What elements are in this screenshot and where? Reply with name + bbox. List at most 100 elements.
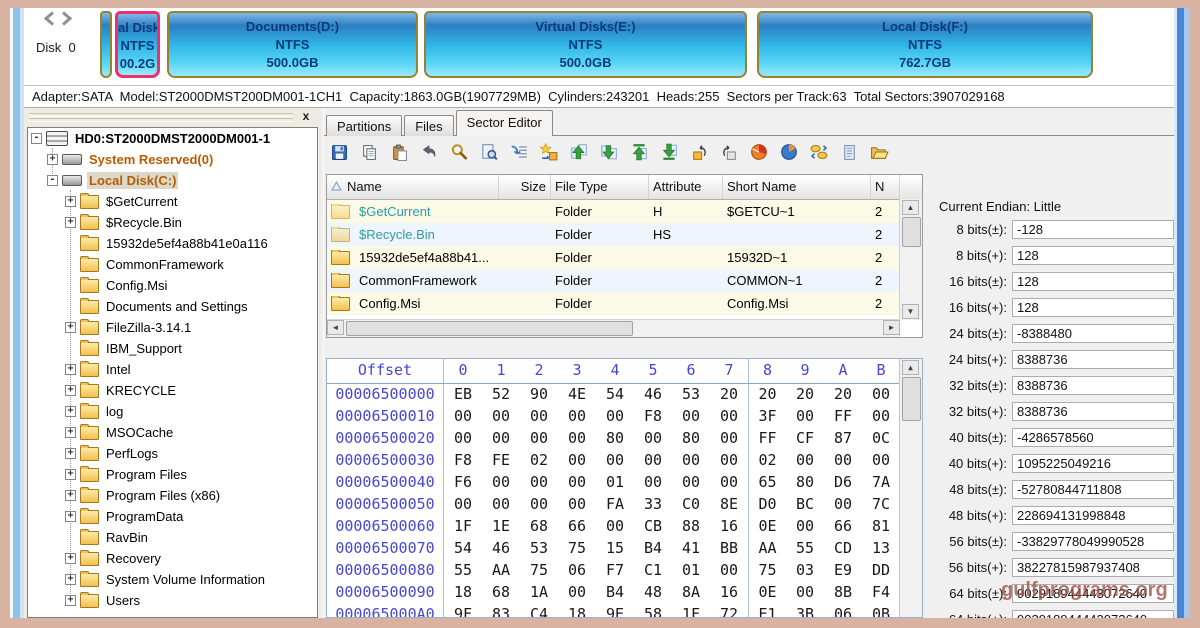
- hex-byte[interactable]: 46: [482, 538, 520, 560]
- hex-byte[interactable]: 88: [672, 516, 710, 538]
- endian-value-input[interactable]: [1012, 376, 1174, 395]
- tree-item[interactable]: +PerfLogs: [28, 443, 317, 464]
- hex-byte[interactable]: D6: [824, 472, 862, 494]
- hex-byte[interactable]: 00: [558, 428, 596, 450]
- first-sector-icon[interactable]: [629, 142, 649, 162]
- hex-byte[interactable]: 02: [748, 450, 786, 472]
- column-header-size[interactable]: Size: [499, 175, 551, 199]
- tree-item[interactable]: RavBin: [28, 527, 317, 548]
- hex-byte[interactable]: 8A: [672, 582, 710, 604]
- tree-expander-icon[interactable]: +: [65, 364, 76, 375]
- hex-byte[interactable]: 9E: [596, 604, 634, 618]
- hex-byte[interactable]: 81: [862, 516, 900, 538]
- hex-byte[interactable]: 00: [596, 450, 634, 472]
- hex-byte[interactable]: 1E: [482, 516, 520, 538]
- hex-byte[interactable]: 1A: [520, 582, 558, 604]
- scroll-down-icon[interactable]: ▼: [902, 304, 919, 319]
- hex-byte[interactable]: 00: [672, 450, 710, 472]
- hex-byte[interactable]: 9F: [444, 604, 482, 618]
- tree-item[interactable]: +System Reserved(0): [28, 149, 317, 170]
- hex-byte[interactable]: F4: [862, 582, 900, 604]
- copy-icon[interactable]: [359, 142, 379, 162]
- hex-byte[interactable]: 72: [710, 604, 748, 618]
- partition-block[interactable]: [100, 11, 112, 78]
- tree-expander-icon[interactable]: +: [65, 322, 76, 333]
- save-icon[interactable]: [329, 142, 349, 162]
- scrollbar-thumb[interactable]: [902, 377, 921, 421]
- tree-item[interactable]: +$GetCurrent: [28, 191, 317, 212]
- endian-value-input[interactable]: [1012, 272, 1174, 291]
- hex-byte[interactable]: 68: [520, 516, 558, 538]
- column-header-attribute[interactable]: Attribute: [649, 175, 723, 199]
- hex-byte[interactable]: 00: [558, 472, 596, 494]
- hex-byte[interactable]: B4: [634, 538, 672, 560]
- tree-expander-icon[interactable]: +: [65, 553, 76, 564]
- tree-item[interactable]: CommonFramework: [28, 254, 317, 275]
- swap-bytes-icon[interactable]: [809, 142, 829, 162]
- hex-byte[interactable]: CB: [634, 516, 672, 538]
- partition-block[interactable]: al DiskNTFS00.2G: [115, 11, 160, 78]
- search-icon[interactable]: [449, 142, 469, 162]
- tab-partitions[interactable]: Partitions: [326, 115, 402, 136]
- endian-value-input[interactable]: [1012, 610, 1174, 618]
- file-list-horizontal-scrollbar[interactable]: ◄ ►: [327, 319, 900, 337]
- hex-byte[interactable]: 00: [520, 406, 558, 428]
- partition-block[interactable]: Virtual Disks(E:)NTFS500.0GB: [424, 11, 747, 78]
- hex-byte[interactable]: E9: [824, 560, 862, 582]
- hex-byte[interactable]: 80: [786, 472, 824, 494]
- hex-byte[interactable]: D0: [748, 494, 786, 516]
- search-sector-icon[interactable]: [479, 142, 499, 162]
- hex-vertical-scrollbar[interactable]: ▲: [899, 359, 922, 617]
- tab-sector-editor[interactable]: Sector Editor: [456, 110, 553, 136]
- hex-byte[interactable]: 33: [634, 494, 672, 516]
- hex-byte[interactable]: 90: [520, 384, 558, 406]
- hex-byte[interactable]: BB: [710, 538, 748, 560]
- hex-byte[interactable]: 75: [520, 560, 558, 582]
- table-row[interactable]: Config.MsiFolderConfig.Msi2: [327, 292, 922, 315]
- paste-icon[interactable]: [389, 142, 409, 162]
- hex-byte[interactable]: 00: [482, 428, 520, 450]
- hex-byte[interactable]: F8: [444, 450, 482, 472]
- hex-byte[interactable]: F8: [634, 406, 672, 428]
- hex-byte[interactable]: 3F: [748, 406, 786, 428]
- hex-byte[interactable]: 00: [558, 582, 596, 604]
- tree-expander-icon[interactable]: +: [65, 427, 76, 438]
- usage-pie-blue-icon[interactable]: [779, 142, 799, 162]
- tree-expander-icon[interactable]: +: [47, 154, 58, 165]
- hex-byte[interactable]: 03: [786, 560, 824, 582]
- column-header-short-name[interactable]: Short Name: [723, 175, 871, 199]
- tree-item[interactable]: 15932de5ef4a88b41e0a116: [28, 233, 317, 254]
- hex-byte[interactable]: 53: [672, 384, 710, 406]
- hex-byte[interactable]: 55: [786, 538, 824, 560]
- tree-item[interactable]: +KRECYCLE: [28, 380, 317, 401]
- tree-item[interactable]: +MSOCache: [28, 422, 317, 443]
- close-icon[interactable]: x: [298, 109, 314, 125]
- tree-item[interactable]: +Intel: [28, 359, 317, 380]
- hex-byte[interactable]: FF: [824, 406, 862, 428]
- disk-nav-arrows[interactable]: [40, 10, 76, 32]
- hex-byte[interactable]: 00: [862, 450, 900, 472]
- hex-byte[interactable]: 00: [444, 406, 482, 428]
- hex-byte[interactable]: 0B: [862, 604, 900, 618]
- hex-byte[interactable]: E1: [748, 604, 786, 618]
- tree-item[interactable]: Documents and Settings: [28, 296, 317, 317]
- hex-byte[interactable]: 66: [558, 516, 596, 538]
- hex-byte[interactable]: 8E: [710, 494, 748, 516]
- hex-byte[interactable]: 00: [634, 450, 672, 472]
- column-header-n[interactable]: N: [871, 175, 900, 199]
- hex-byte[interactable]: 54: [596, 384, 634, 406]
- endian-value-input[interactable]: [1012, 428, 1174, 447]
- tree-item[interactable]: +System Volume Information: [28, 569, 317, 590]
- table-row[interactable]: CommonFrameworkFolderCOMMON~12: [327, 269, 922, 292]
- endian-value-input[interactable]: [1012, 402, 1174, 421]
- hex-byte[interactable]: 20: [786, 384, 824, 406]
- hex-byte[interactable]: FE: [482, 450, 520, 472]
- hex-byte[interactable]: BC: [786, 494, 824, 516]
- endian-value-input[interactable]: [1012, 324, 1174, 343]
- hex-byte[interactable]: 02: [520, 450, 558, 472]
- hex-byte[interactable]: 41: [672, 538, 710, 560]
- hex-byte[interactable]: 00: [596, 406, 634, 428]
- hex-byte[interactable]: 65: [748, 472, 786, 494]
- tree-expander-icon[interactable]: +: [65, 448, 76, 459]
- hex-byte[interactable]: 00: [710, 560, 748, 582]
